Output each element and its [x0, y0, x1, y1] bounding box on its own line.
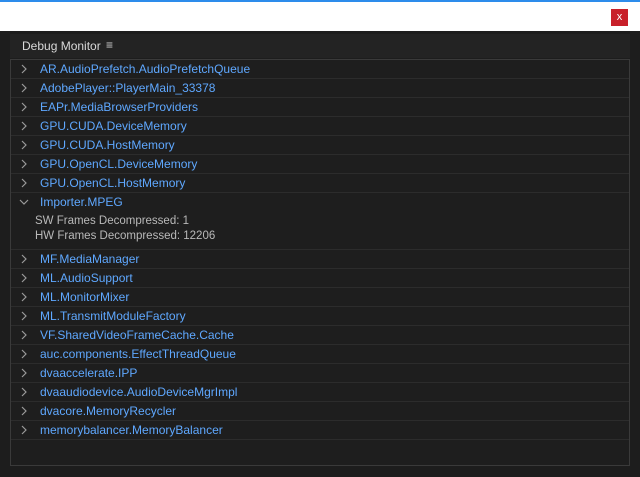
panel-title: Debug Monitor: [22, 39, 101, 53]
tree-row-label[interactable]: GPU.CUDA.DeviceMemory: [40, 119, 187, 133]
tree-row-label[interactable]: ML.AudioSupport: [40, 271, 133, 285]
chevron-right-icon[interactable]: [17, 80, 31, 96]
tree-row[interactable]: VF.SharedVideoFrameCache.Cache: [11, 326, 629, 345]
tree-row[interactable]: AR.AudioPrefetch.AudioPrefetchQueue: [11, 60, 629, 79]
chevron-right-icon[interactable]: [17, 327, 31, 343]
chevron-right-icon[interactable]: [17, 403, 31, 419]
tree-row-label[interactable]: GPU.OpenCL.DeviceMemory: [40, 157, 197, 171]
detail-text: HW Frames Decompressed: 12206: [35, 230, 216, 242]
chevron-right-icon[interactable]: [17, 365, 31, 381]
hamburger-icon[interactable]: ≡: [106, 38, 113, 52]
tree-row-label[interactable]: EAPr.MediaBrowserProviders: [40, 100, 198, 114]
chevron-right-icon[interactable]: [17, 156, 31, 172]
tree-row-label[interactable]: MF.MediaManager: [40, 252, 139, 266]
tree-row[interactable]: dvacore.MemoryRecycler: [11, 402, 629, 421]
tree-row-label[interactable]: ML.MonitorMixer: [40, 290, 129, 304]
tree-row-label[interactable]: AdobePlayer::PlayerMain_33378: [40, 81, 215, 95]
window-titlebar: x: [0, 0, 640, 31]
chevron-right-icon[interactable]: [17, 61, 31, 77]
chevron-right-icon[interactable]: [17, 251, 31, 267]
chevron-right-icon[interactable]: [17, 137, 31, 153]
tree-row[interactable]: GPU.CUDA.DeviceMemory: [11, 117, 629, 136]
chevron-right-icon[interactable]: [17, 175, 31, 191]
tree-row[interactable]: AdobePlayer::PlayerMain_33378: [11, 79, 629, 98]
panel-header: Debug Monitor ≡: [10, 34, 630, 58]
tree-row[interactable]: MF.MediaManager: [11, 250, 629, 269]
chevron-right-icon[interactable]: [17, 422, 31, 438]
tree-row[interactable]: dvaaccelerate.IPP: [11, 364, 629, 383]
tree-row[interactable]: GPU.OpenCL.HostMemory: [11, 174, 629, 193]
tree-row[interactable]: dvaaudiodevice.AudioDeviceMgrImpl: [11, 383, 629, 402]
tree-row-label[interactable]: dvaaudiodevice.AudioDeviceMgrImpl: [40, 385, 237, 399]
tree-row[interactable]: auc.components.EffectThreadQueue: [11, 345, 629, 364]
tree-row[interactable]: GPU.CUDA.HostMemory: [11, 136, 629, 155]
tree-row-label[interactable]: memorybalancer.MemoryBalancer: [40, 423, 223, 437]
detail-text: SW Frames Decompressed: 1: [35, 215, 190, 227]
chevron-down-icon[interactable]: [17, 194, 31, 210]
tree-row[interactable]: GPU.OpenCL.DeviceMemory: [11, 155, 629, 174]
chevron-right-icon[interactable]: [17, 289, 31, 305]
tree-row[interactable]: EAPr.MediaBrowserProviders: [11, 98, 629, 117]
tree-row[interactable]: ML.TransmitModuleFactory: [11, 307, 629, 326]
tree-row-label[interactable]: Importer.MPEG: [40, 195, 123, 209]
tree-row-label[interactable]: auc.components.EffectThreadQueue: [40, 347, 236, 361]
close-button[interactable]: x: [611, 9, 628, 26]
tree-row-label[interactable]: AR.AudioPrefetch.AudioPrefetchQueue: [40, 62, 250, 76]
tree-row-label[interactable]: dvaaccelerate.IPP: [40, 366, 137, 380]
tree-row[interactable]: memorybalancer.MemoryBalancer: [11, 421, 629, 440]
chevron-right-icon[interactable]: [17, 308, 31, 324]
tree-row[interactable]: ML.AudioSupport: [11, 269, 629, 288]
chevron-right-icon[interactable]: [17, 384, 31, 400]
chevron-right-icon[interactable]: [17, 99, 31, 115]
tree-row-label[interactable]: GPU.CUDA.HostMemory: [40, 138, 175, 152]
tree-row-label[interactable]: GPU.OpenCL.HostMemory: [40, 176, 185, 190]
tree-row[interactable]: ML.MonitorMixer: [11, 288, 629, 307]
chevron-right-icon[interactable]: [17, 346, 31, 362]
tree-row[interactable]: Importer.MPEG SW Frames Decompressed: 1 HW…: [11, 193, 629, 250]
tree-row-label[interactable]: dvacore.MemoryRecycler: [40, 404, 176, 418]
debug-monitor-list: AR.AudioPrefetch.AudioPrefetchQueue Adobe…: [10, 59, 630, 466]
chevron-right-icon[interactable]: [17, 118, 31, 134]
chevron-right-icon[interactable]: [17, 270, 31, 286]
tree-row-label[interactable]: ML.TransmitModuleFactory: [40, 309, 186, 323]
tree-row-label[interactable]: VF.SharedVideoFrameCache.Cache: [40, 328, 234, 342]
